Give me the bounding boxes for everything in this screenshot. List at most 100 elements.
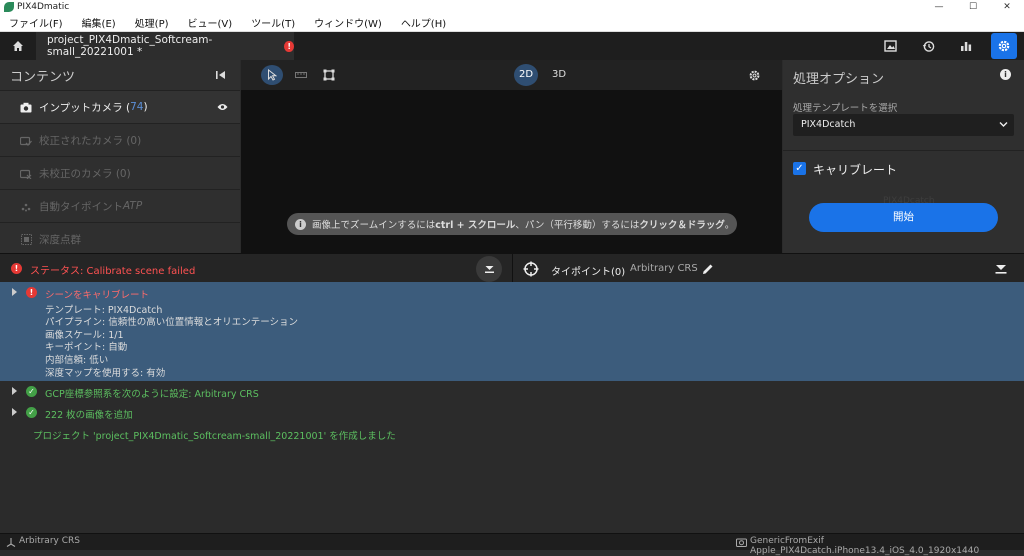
images-button[interactable] — [879, 36, 901, 56]
camera-icon — [20, 101, 32, 113]
log-panel: ! シーンをキャリブレート テンプレート: PIX4Dcatch パイプライン:… — [0, 282, 1024, 533]
bar-chart-icon — [961, 42, 972, 51]
processing-options-title: 処理オプション — [793, 72, 885, 87]
tab-bar: project_PIX4Dmatic_Softcream-small_20221… — [0, 32, 1024, 60]
collapse-left-icon[interactable] — [215, 70, 226, 80]
depth-points-item[interactable]: 深度点群 — [0, 222, 240, 255]
input-cameras-label: インプットカメラ ( — [39, 101, 131, 114]
view-2d-button[interactable]: 2D — [514, 64, 538, 86]
hint-text-5: 。 — [724, 220, 735, 231]
calibrated-cameras-label: 校正されたカメラ (0) — [39, 134, 142, 147]
input-cameras-item[interactable]: インプットカメラ (74) — [0, 90, 240, 123]
contents-title: コンテンツ — [10, 69, 76, 85]
history-icon — [922, 40, 934, 52]
hint-text-4: クリック＆ドラッグ — [639, 220, 725, 231]
log-detail: 深度マップを使用する: 有効 — [45, 368, 166, 379]
project-tab[interactable]: project_PIX4Dmatic_Softcream-small_20221… — [36, 32, 294, 60]
auto-tiepoints-label: 自動タイポイント — [39, 200, 123, 213]
image-icon — [883, 40, 897, 52]
chevron-down-icon — [999, 122, 1008, 127]
auto-tiepoints-item[interactable]: 自動タイポイント ATP — [0, 189, 240, 222]
log-entry: 222 枚の画像を追加 — [45, 410, 133, 421]
close-window-button[interactable]: ✕ — [990, 0, 1024, 14]
contents-panel: コンテンツ インプットカメラ (74) 校正されたカメラ (0) 未校正のカメラ… — [0, 60, 240, 253]
cursor-icon — [268, 69, 277, 81]
gear-icon — [749, 70, 759, 80]
statistics-button[interactable] — [955, 36, 977, 56]
gear-icon — [998, 40, 1010, 52]
menu-view[interactable]: ビュー(V) — [179, 15, 243, 30]
home-button[interactable] — [0, 32, 36, 60]
navigation-hint: i 画像上でズームインするには ctrl + スクロール 、パン（平行移動）するには… — [287, 213, 737, 235]
template-dropdown[interactable]: PIX4Dcatch — [793, 114, 1014, 136]
template-dropdown-value: PIX4Dcatch — [801, 119, 856, 130]
window-title: PIX4Dmatic — [17, 2, 70, 12]
menu-file[interactable]: ファイル(F) — [0, 15, 73, 30]
calibrate-label: キャリブレート — [813, 163, 898, 177]
calibrate-checkbox[interactable]: ✓ — [793, 162, 806, 175]
tiepoint-crs: Arbitrary CRS — [630, 263, 698, 274]
status-text: ステータス: Calibrate scene failed — [30, 266, 196, 277]
expand-arrow-icon[interactable] — [12, 288, 17, 296]
eye-icon[interactable] — [217, 103, 228, 111]
log-entry-title: シーンをキャリブレート — [45, 290, 150, 301]
calibrated-cameras-item[interactable]: 校正されたカメラ (0) — [0, 123, 240, 156]
contents-header: コンテンツ — [0, 60, 240, 90]
error-icon: ! — [284, 40, 294, 52]
edit-pencil-icon[interactable] — [701, 262, 715, 276]
log-entry: GCP座標参照系を次のように設定: Arbitrary CRS — [45, 389, 259, 400]
viewport[interactable]: 2D 3D i 画像上でズームインするには ctrl + スクロール 、パン（平行移… — [241, 60, 782, 253]
expand-arrow-icon[interactable] — [12, 387, 17, 395]
divider — [512, 254, 513, 283]
viewport-settings-button[interactable] — [743, 65, 765, 85]
processing-options-panel: 処理オプション i 処理テンプレートを選択 PIX4Dcatch ✓ キャリブレ… — [783, 60, 1024, 253]
log-detail: キーポイント: 自動 — [45, 342, 128, 353]
processing-options-button[interactable] — [991, 33, 1017, 59]
collapse-down-icon[interactable] — [993, 262, 1009, 276]
bottom-status-bar: Arbitrary CRS GenericFromExif Apple_PIX4… — [0, 533, 1024, 556]
view-3d-button[interactable]: 3D — [549, 64, 569, 86]
pix4d-logo-icon — [4, 2, 14, 12]
uncalibrated-camera-icon — [20, 167, 32, 179]
history-button[interactable] — [917, 36, 939, 56]
divider — [783, 150, 1024, 151]
menu-process[interactable]: 処理(P) — [126, 15, 179, 30]
viewport-toolbar: 2D 3D — [241, 60, 782, 90]
expand-arrow-icon[interactable] — [12, 408, 17, 416]
home-icon — [13, 41, 23, 51]
crop-tool-button[interactable] — [318, 65, 340, 85]
log-detail: パイプライン: 信頼性の高い位置情報とオリエンテーション — [45, 317, 299, 328]
menu-tools[interactable]: ツール(T) — [242, 15, 305, 30]
ruler-tool-button[interactable] — [290, 65, 312, 85]
info-icon[interactable]: i — [1000, 69, 1011, 80]
minimize-button[interactable]: — — [922, 0, 956, 14]
menu-window[interactable]: ウィンドウ(W) — [305, 15, 392, 30]
crs-label: Arbitrary CRS — [19, 536, 80, 546]
uncalibrated-cameras-item[interactable]: 未校正のカメラ (0) — [0, 156, 240, 189]
depth-points-label: 深度点群 — [39, 233, 81, 246]
start-button[interactable]: 開始 — [809, 203, 998, 232]
info-icon: i — [295, 218, 306, 230]
hint-text-1: 画像上でズームインするには — [312, 220, 436, 231]
input-cameras-count: 74 — [130, 101, 144, 113]
hint-text-3: 、パン（平行移動）するには — [515, 220, 640, 231]
crop-icon — [323, 69, 335, 81]
error-icon: ! — [26, 287, 37, 298]
template-select-label: 処理テンプレートを選択 — [793, 103, 898, 114]
camera-model: GenericFromExif Apple_PIX4Dcatch.iPhone1… — [750, 536, 980, 556]
project-tab-label: project_PIX4Dmatic_Softcream-small_20221… — [47, 34, 213, 58]
tiepoint-target-icon — [523, 261, 539, 277]
status-bar: ! ステータス: Calibrate scene failed タイポイント(0… — [0, 253, 1024, 283]
select-tool-button[interactable] — [261, 65, 283, 85]
uncalibrated-cameras-label: 未校正のカメラ (0) — [39, 167, 131, 180]
menu-help[interactable]: ヘルプ(H) — [392, 15, 456, 30]
maximize-button[interactable]: ☐ — [956, 0, 990, 14]
title-bar: PIX4Dmatic — ☐ ✕ — [0, 0, 1024, 14]
error-icon: ! — [11, 263, 22, 274]
depth-points-icon — [20, 233, 32, 245]
success-icon: ✓ — [26, 407, 37, 418]
menu-edit[interactable]: 編集(E) — [73, 15, 126, 30]
collapse-log-button[interactable] — [476, 256, 502, 282]
ruler-icon — [295, 72, 307, 78]
calibrated-camera-icon — [20, 134, 32, 146]
